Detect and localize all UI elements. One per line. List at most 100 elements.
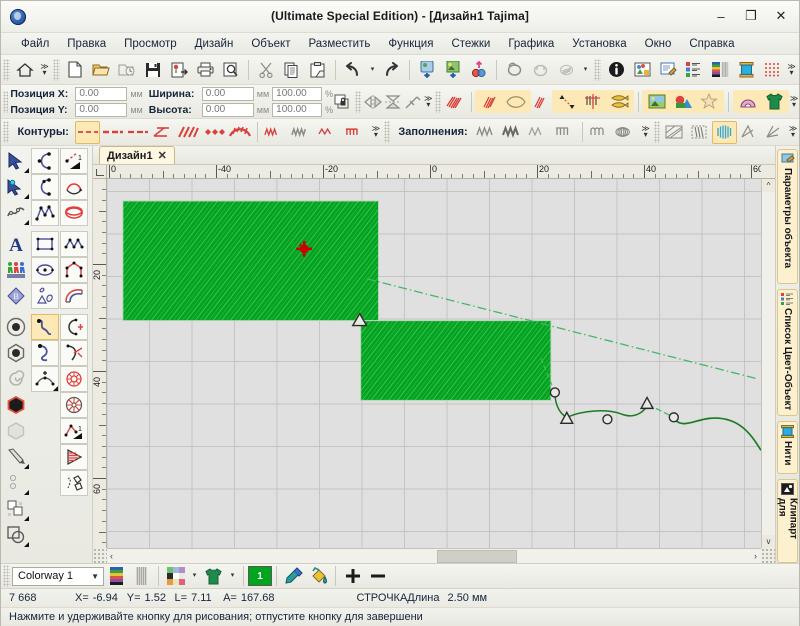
sculpture-icon[interactable] <box>316 121 343 144</box>
e-stitch-icon[interactable] <box>262 121 289 144</box>
menu-file[interactable]: Файл <box>13 36 57 52</box>
stitch-view-icon[interactable] <box>553 57 579 82</box>
menu-arrange[interactable]: Разместить <box>301 36 379 52</box>
scroll-right-arrow[interactable]: › <box>754 551 757 561</box>
shapes-group-icon[interactable] <box>31 283 59 309</box>
radial-fill-icon[interactable] <box>712 120 738 144</box>
cut-icon[interactable] <box>253 57 279 82</box>
new-document-icon[interactable] <box>62 57 88 82</box>
hexagon-gray-icon[interactable] <box>2 418 30 444</box>
color-bars-icon[interactable] <box>104 565 129 587</box>
chevron-down-icon[interactable]: ▾ <box>226 564 239 589</box>
menu-help[interactable]: Справка <box>681 36 742 52</box>
toolbar-grip[interactable] <box>53 58 60 81</box>
open-shape-icon[interactable] <box>531 89 551 114</box>
polygon-fill-tool-icon[interactable] <box>2 340 30 366</box>
ring-tool-icon[interactable] <box>60 200 88 226</box>
menu-design[interactable]: Дизайн <box>187 36 242 52</box>
polyline-icon[interactable] <box>31 200 59 226</box>
chevron-double-down-icon[interactable]: ≫ ▾ <box>785 57 798 82</box>
gray-bars-icon[interactable] <box>129 565 154 587</box>
hoop-show-icon[interactable] <box>501 57 527 82</box>
overlap-shapes-icon[interactable] <box>2 522 30 548</box>
toolbar-grip[interactable] <box>355 90 361 113</box>
design-library-icon[interactable] <box>629 57 655 82</box>
run-stitch-icon[interactable] <box>74 120 100 144</box>
zigzag-line-icon[interactable] <box>175 121 201 144</box>
maximize-button[interactable]: ❐ <box>737 5 765 27</box>
paint-bucket-icon[interactable] <box>306 565 331 587</box>
undo-dropdown-icon[interactable]: ▾ <box>366 57 379 82</box>
triangle-fill-icon[interactable] <box>60 444 88 470</box>
outline-fill-icon[interactable] <box>477 89 503 114</box>
hoop-hide-icon[interactable] <box>527 57 553 82</box>
dock-tab-color-object-list[interactable]: Список Цвет-Объект <box>777 288 798 417</box>
tshirt-icon[interactable] <box>761 89 787 114</box>
node-sequence-icon[interactable]: 1 <box>60 418 88 444</box>
menu-stitches[interactable]: Стежки <box>443 36 498 52</box>
color-palette-icon[interactable] <box>163 565 188 587</box>
add-nodes-icon[interactable] <box>31 366 59 392</box>
monogram-icon[interactable] <box>735 89 761 114</box>
menu-view[interactable]: Просмотр <box>116 36 185 52</box>
print-icon[interactable] <box>192 57 218 82</box>
pencil-tool-icon[interactable] <box>2 444 30 470</box>
rectangle-tool-icon[interactable] <box>31 231 59 257</box>
paste-icon[interactable] <box>305 57 331 82</box>
width-input[interactable]: 0.00 <box>201 86 254 101</box>
menu-settings[interactable]: Установка <box>564 36 634 52</box>
recent-folder-icon[interactable] <box>114 57 140 82</box>
close-icon[interactable]: ✕ <box>158 149 167 162</box>
height-percent-input[interactable]: 100.00 <box>272 102 323 117</box>
copy-icon[interactable] <box>279 57 305 82</box>
auto-digitize-icon[interactable] <box>466 57 492 82</box>
chevron-double-down-icon[interactable]: ≫ ▾ <box>787 120 799 145</box>
toolbar-grip[interactable] <box>3 565 10 587</box>
colorway-icon[interactable] <box>707 57 733 82</box>
menu-object[interactable]: Объект <box>243 36 298 52</box>
team-names-icon[interactable] <box>2 257 30 283</box>
candlewick-icon[interactable] <box>201 121 227 144</box>
mirror-horizontal-icon[interactable] <box>363 89 383 114</box>
insert-image-icon[interactable] <box>440 57 466 82</box>
knife-tool-icon[interactable] <box>60 340 88 366</box>
wreath-icon[interactable] <box>60 366 88 392</box>
menu-graphics[interactable]: Графика <box>500 36 562 52</box>
document-tab[interactable]: Дизайн1 ✕ <box>99 146 175 164</box>
undo-icon[interactable] <box>340 57 366 82</box>
freehand-closed-icon[interactable] <box>31 340 59 366</box>
chevron-double-down-icon[interactable]: ≫ ▾ <box>640 120 652 145</box>
scroll-thumb[interactable] <box>437 549 517 563</box>
wedge-fill-icon[interactable] <box>737 121 762 144</box>
toolbar-grip[interactable] <box>3 121 10 143</box>
chevron-double-down-icon[interactable]: ≫ ▾ <box>38 57 51 82</box>
height-input[interactable]: 0.00 <box>201 102 254 117</box>
menu-window[interactable]: Окно <box>637 36 680 52</box>
travel-run-icon[interactable] <box>554 89 580 114</box>
toolbar-grip[interactable] <box>3 90 9 113</box>
dense-fill-icon[interactable] <box>500 121 526 144</box>
vertical-scrollbar[interactable]: ^ v <box>761 179 775 548</box>
toolbar-grip[interactable] <box>594 58 601 81</box>
circle-fill-tool-icon[interactable] <box>2 314 30 340</box>
plus-icon[interactable] <box>340 565 365 587</box>
toolbar-grip[interactable] <box>3 58 10 81</box>
scroll-up-arrow[interactable]: ^ <box>762 179 775 192</box>
dock-tab-object-properties[interactable]: Параметры объекта <box>777 149 798 284</box>
ripple-fill-icon[interactable] <box>587 121 613 144</box>
current-thread-swatch[interactable]: 1 <box>248 566 272 586</box>
hoop-dropdown-icon[interactable]: ▾ <box>579 57 592 82</box>
light-fill-icon[interactable] <box>526 121 552 144</box>
dense-zigzag-icon[interactable] <box>289 121 316 144</box>
freehand-open-icon[interactable] <box>31 314 59 340</box>
lattice-fill-icon[interactable] <box>662 121 687 144</box>
minus-icon[interactable] <box>365 565 390 587</box>
motif-fish-icon[interactable] <box>606 89 632 114</box>
scroll-down-arrow[interactable]: v <box>762 535 775 548</box>
curve-nodes2-icon[interactable] <box>31 174 59 200</box>
chevron-double-down-icon[interactable]: ≫ ▾ <box>423 89 433 114</box>
lock-aspect-ratio-icon[interactable] <box>333 89 353 114</box>
resize-grip[interactable] <box>761 548 775 563</box>
dock-tab-threads[interactable]: Нити <box>777 421 798 474</box>
tshirt-color-icon[interactable] <box>201 565 226 587</box>
